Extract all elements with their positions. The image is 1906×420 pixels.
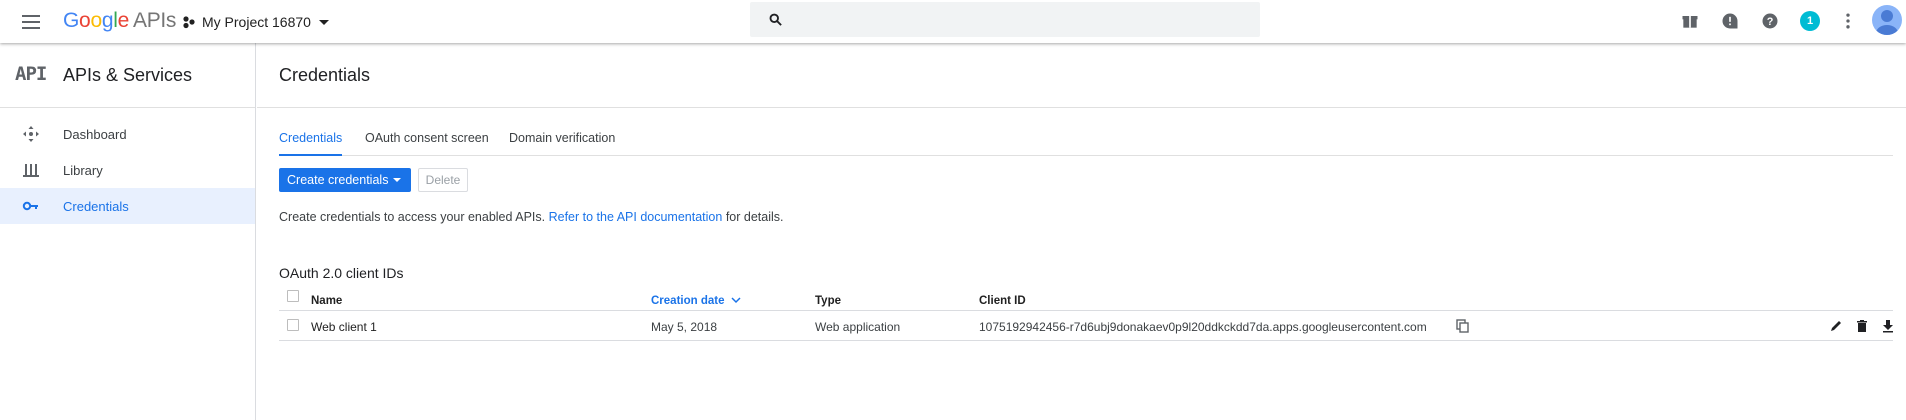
sidebar-nav: Dashboard Library Credentials bbox=[0, 116, 255, 224]
oauth-client-table: Name Creation date Type Client ID Web cl… bbox=[279, 290, 1893, 341]
sidebar-item-library[interactable]: Library bbox=[0, 152, 255, 188]
sidebar-item-credentials[interactable]: Credentials bbox=[0, 188, 255, 224]
api-logo: API bbox=[15, 63, 47, 85]
column-header-label: Creation date bbox=[651, 295, 725, 307]
sidebar-header: API APIs & Services bbox=[0, 43, 255, 108]
tab-credentials[interactable]: Credentials bbox=[279, 131, 343, 156]
select-all-checkbox[interactable] bbox=[287, 290, 299, 302]
api-documentation-link[interactable]: Refer to the API documentation bbox=[549, 210, 723, 224]
help-icon[interactable]: ? bbox=[1760, 11, 1780, 31]
sidebar-item-label: Library bbox=[63, 162, 103, 178]
table-row: Web client 1 May 5, 2018 Web application… bbox=[279, 311, 1893, 341]
edit-icon[interactable] bbox=[1829, 319, 1843, 333]
top-app-bar: Google APIs My Project 16870 ? 1 bbox=[0, 0, 1906, 43]
sidebar-title: APIs & Services bbox=[63, 65, 193, 85]
client-type: Web application bbox=[815, 320, 901, 334]
delete-button[interactable]: Delete bbox=[418, 168, 468, 192]
avatar[interactable] bbox=[1872, 5, 1902, 35]
svg-text:?: ? bbox=[1767, 16, 1774, 28]
client-name-link[interactable]: Web client 1 bbox=[311, 320, 377, 334]
chevron-down-icon bbox=[318, 19, 329, 25]
copy-icon[interactable] bbox=[1456, 319, 1470, 333]
column-header-client-id[interactable]: Client ID bbox=[979, 295, 1026, 307]
table-header: Name Creation date Type Client ID bbox=[279, 290, 1893, 311]
dashboard-icon bbox=[23, 126, 39, 142]
project-name: My Project 16870 bbox=[202, 14, 311, 30]
page-header: Credentials bbox=[257, 43, 1906, 108]
page-title: Credentials bbox=[279, 65, 371, 85]
tab-oauth-consent-screen[interactable]: OAuth consent screen bbox=[365, 131, 489, 156]
download-icon[interactable] bbox=[1881, 319, 1895, 333]
sidebar: API APIs & Services Dashboard Library Cr… bbox=[0, 43, 256, 420]
sidebar-item-label: Dashboard bbox=[63, 126, 127, 142]
tab-bar: Credentials OAuth consent screen Domain … bbox=[279, 131, 1893, 156]
notifications-badge[interactable]: 1 bbox=[1800, 11, 1820, 31]
row-checkbox[interactable] bbox=[287, 319, 299, 331]
library-icon bbox=[23, 164, 39, 177]
sort-arrow-icon bbox=[731, 297, 741, 304]
gift-icon[interactable] bbox=[1680, 11, 1700, 31]
sidebar-item-label: Credentials bbox=[63, 198, 129, 214]
main-content: Credentials Credentials OAuth consent sc… bbox=[257, 43, 1906, 420]
section-title: OAuth 2.0 client IDs bbox=[279, 265, 404, 281]
creation-date: May 5, 2018 bbox=[651, 320, 718, 334]
create-credentials-label: Create credentials bbox=[287, 173, 389, 187]
sidebar-item-dashboard[interactable]: Dashboard bbox=[0, 116, 255, 152]
project-selector[interactable]: My Project 16870 bbox=[182, 11, 329, 33]
column-header-type[interactable]: Type bbox=[815, 295, 841, 307]
key-icon bbox=[22, 201, 38, 211]
info-text-prefix: Create credentials to access your enable… bbox=[279, 210, 546, 224]
tab-domain-verification[interactable]: Domain verification bbox=[509, 131, 615, 156]
info-text-suffix: for details. bbox=[725, 210, 784, 224]
menu-icon[interactable] bbox=[18, 9, 44, 35]
search-input[interactable] bbox=[796, 2, 1246, 37]
column-header-creation-date[interactable]: Creation date bbox=[651, 295, 741, 307]
info-text: Create credentials to access your enable… bbox=[279, 210, 783, 224]
column-header-name[interactable]: Name bbox=[311, 295, 342, 307]
user-avatar-icon bbox=[1876, 10, 1898, 35]
create-credentials-button[interactable]: Create credentials bbox=[279, 168, 411, 192]
search-bar[interactable] bbox=[750, 2, 1260, 37]
delete-icon[interactable] bbox=[1855, 319, 1869, 333]
more-vert-icon[interactable] bbox=[1838, 11, 1858, 31]
feedback-icon[interactable] bbox=[1720, 11, 1740, 31]
project-dots-icon bbox=[183, 16, 195, 29]
chevron-down-icon bbox=[393, 178, 401, 182]
google-apis-logo[interactable]: Google APIs bbox=[63, 9, 176, 33]
search-icon bbox=[769, 13, 782, 26]
client-id: 1075192942456-r7d6ubj9donakaev0p9l20ddkc… bbox=[979, 320, 1427, 334]
